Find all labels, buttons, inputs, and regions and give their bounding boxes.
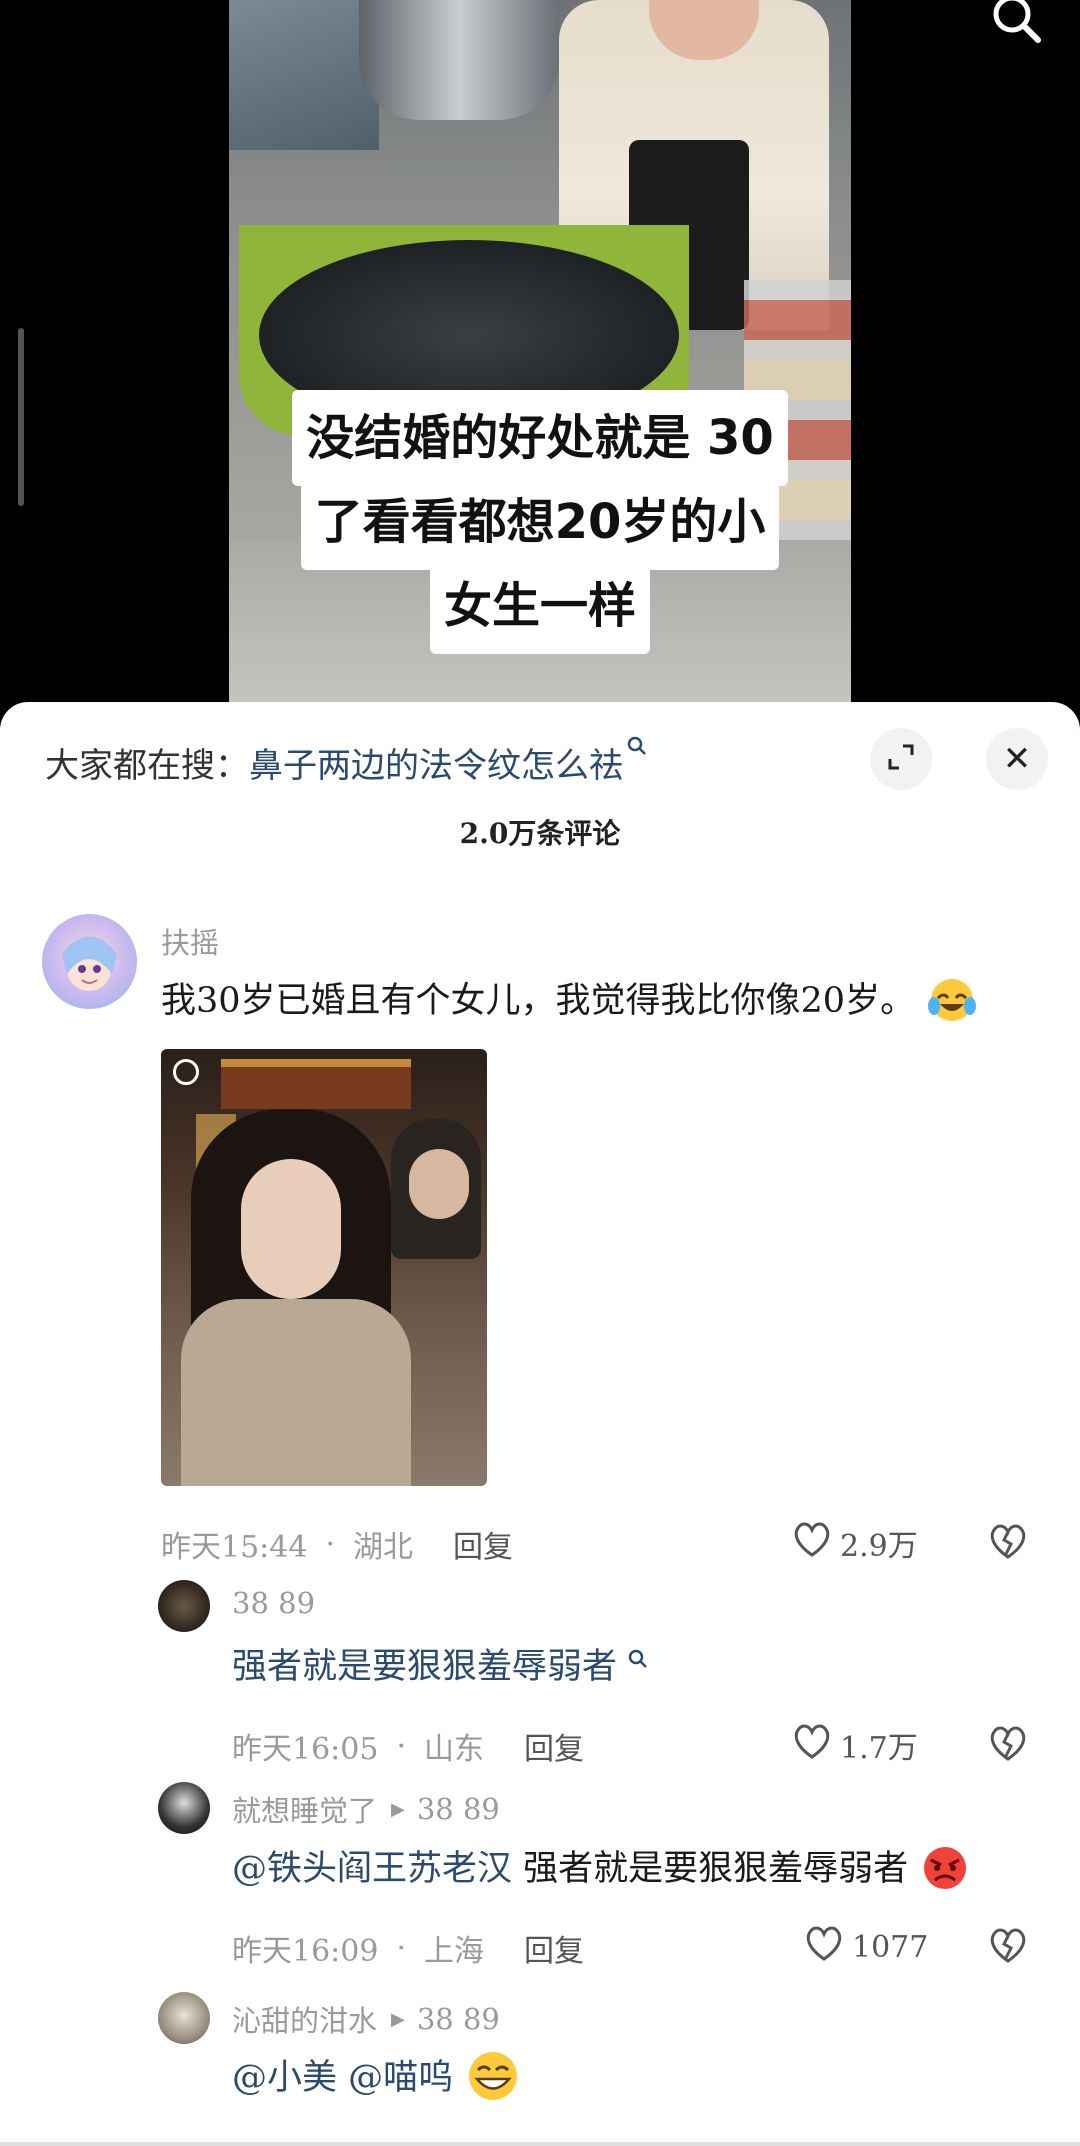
comment-username[interactable]: 沁甜的泔水 ▶ 38 89	[232, 1998, 500, 2040]
comment-time: 昨天16:05	[232, 1732, 379, 1767]
video-caption-line: 没结婚的好处就是 30	[0, 390, 1080, 486]
mention-link[interactable]: @小美 @喵呜	[232, 2058, 453, 2098]
avatar[interactable]	[158, 1580, 210, 1632]
expand-icon	[886, 742, 916, 776]
comment-sheet: 大家都在搜： 鼻子两边的法令纹怎么祛 ✕ 2.0万条评论 扶摇 我30岁已婚且有…	[0, 702, 1080, 2146]
like-count: 2.9万	[840, 1529, 918, 1564]
expand-button[interactable]	[870, 728, 932, 790]
dislike-button[interactable]	[988, 1926, 1028, 1968]
trending-search-query[interactable]: 鼻子两边的法令纹怎么祛	[249, 738, 623, 787]
video-caption-line: 了看看都想20岁的小	[0, 474, 1080, 570]
scroll-indicator	[18, 328, 24, 506]
comment-username[interactable]: 38 89	[232, 1586, 315, 1620]
comment-text: @小美 @喵呜	[232, 2048, 522, 2111]
trending-search-row[interactable]: 大家都在搜： 鼻子两边的法令纹怎么祛	[45, 732, 647, 792]
trending-search-label: 大家都在搜：	[45, 745, 249, 786]
like-count: 1077	[852, 1929, 929, 1965]
live-photo-icon	[173, 1059, 199, 1085]
comment-meta: 昨天15:44 · 湖北 回复	[161, 1522, 513, 1566]
reply-button[interactable]: 回复	[524, 1724, 584, 1768]
heart-icon	[792, 1520, 840, 1566]
comment-count: 2.0万条评论	[459, 817, 621, 850]
grinning-face-emoji	[464, 2048, 522, 2111]
divider	[0, 2142, 1080, 2146]
reply-arrow-icon: ▶	[391, 1798, 405, 1820]
comment-location: 上海	[424, 1934, 485, 1969]
comment-meta: 昨天16:09 · 上海 回复	[232, 1926, 584, 1970]
like-button[interactable]: 1.7万	[792, 1722, 918, 1768]
avatar[interactable]	[158, 1782, 210, 1834]
heart-icon	[804, 1924, 852, 1970]
search-icon	[627, 734, 647, 762]
like-button[interactable]: 1077	[804, 1924, 928, 1970]
comment-photo[interactable]	[161, 1049, 487, 1486]
reply-button[interactable]: 回复	[524, 1926, 584, 1970]
mention-link[interactable]: @铁头阎王苏老汉	[232, 1849, 512, 1889]
broken-heart-icon	[988, 1524, 1028, 1564]
video-caption-line: 女生一样	[0, 558, 1080, 654]
like-button[interactable]: 2.9万	[792, 1520, 918, 1566]
avatar[interactable]	[42, 914, 137, 1009]
comment-username[interactable]: 扶摇	[161, 920, 219, 962]
close-button[interactable]: ✕	[986, 728, 1048, 790]
reply-button[interactable]: 回复	[453, 1522, 513, 1566]
comment-text: @铁头阎王苏老汉 强者就是要狠狠羞辱弱者	[232, 1840, 971, 1899]
crying-laughing-emoji	[926, 974, 978, 1031]
video-player[interactable]: 没结婚的好处就是 30 了看看都想20岁的小 女生一样	[0, 0, 1080, 720]
dislike-button[interactable]	[988, 1724, 1028, 1766]
comment-location: 山东	[424, 1732, 485, 1767]
heart-icon	[792, 1722, 840, 1768]
broken-heart-icon	[988, 1726, 1028, 1766]
angry-face-emoji	[919, 1842, 971, 1899]
close-icon: ✕	[1002, 739, 1032, 779]
dislike-button[interactable]	[988, 1522, 1028, 1564]
comment-text: 我30岁已婚且有个女儿，我觉得我比你像20岁。	[161, 972, 978, 1031]
broken-heart-icon	[988, 1928, 1028, 1968]
avatar[interactable]	[158, 1992, 210, 2044]
comment-time: 昨天15:44	[161, 1530, 308, 1565]
comment-time: 昨天16:09	[232, 1934, 379, 1969]
comment-text[interactable]: 强者就是要狠狠羞辱弱者	[232, 1638, 648, 1689]
reply-arrow-icon: ▶	[391, 2008, 405, 2030]
comment-username[interactable]: 就想睡觉了 ▶ 38 89	[232, 1788, 500, 1830]
search-icon[interactable]	[988, 0, 1048, 50]
search-icon	[628, 1638, 648, 1678]
comment-location: 湖北	[353, 1530, 414, 1565]
like-count: 1.7万	[840, 1731, 918, 1766]
comment-meta: 昨天16:05 · 山东 回复	[232, 1724, 584, 1768]
